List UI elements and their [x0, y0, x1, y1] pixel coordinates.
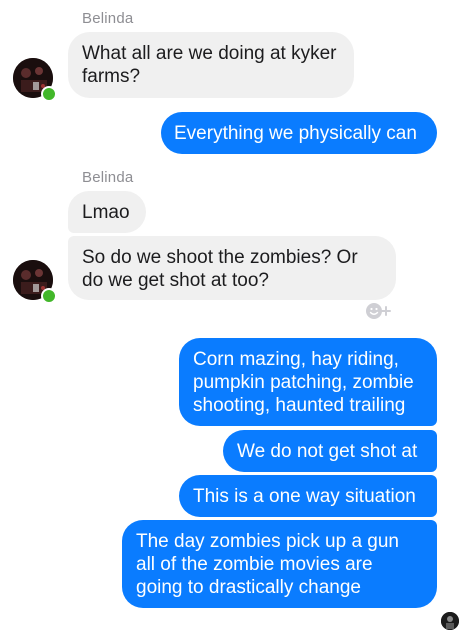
- online-dot-icon: [41, 288, 57, 304]
- smiley-plus-icon[interactable]: [364, 300, 394, 322]
- message-thread: Belinda What all are we doing at kyker f…: [0, 0, 460, 636]
- outgoing-message[interactable]: This is a one way situation: [179, 475, 437, 517]
- outgoing-message[interactable]: The day zombies pick up a gun all of the…: [122, 520, 437, 608]
- read-receipt-avatar-icon: [441, 612, 459, 630]
- sender-name: Belinda: [82, 10, 134, 27]
- online-dot-icon: [41, 86, 57, 102]
- outgoing-message[interactable]: Everything we physically can: [161, 112, 437, 154]
- incoming-message[interactable]: What all are we doing at kyker farms?: [68, 32, 354, 98]
- incoming-message[interactable]: Lmao: [68, 191, 146, 233]
- incoming-message[interactable]: So do we shoot the zombies? Or do we get…: [68, 236, 396, 300]
- outgoing-message[interactable]: Corn mazing, hay riding, pumpkin patchin…: [179, 338, 437, 426]
- outgoing-message[interactable]: We do not get shot at: [223, 430, 437, 472]
- sender-name: Belinda: [82, 169, 134, 186]
